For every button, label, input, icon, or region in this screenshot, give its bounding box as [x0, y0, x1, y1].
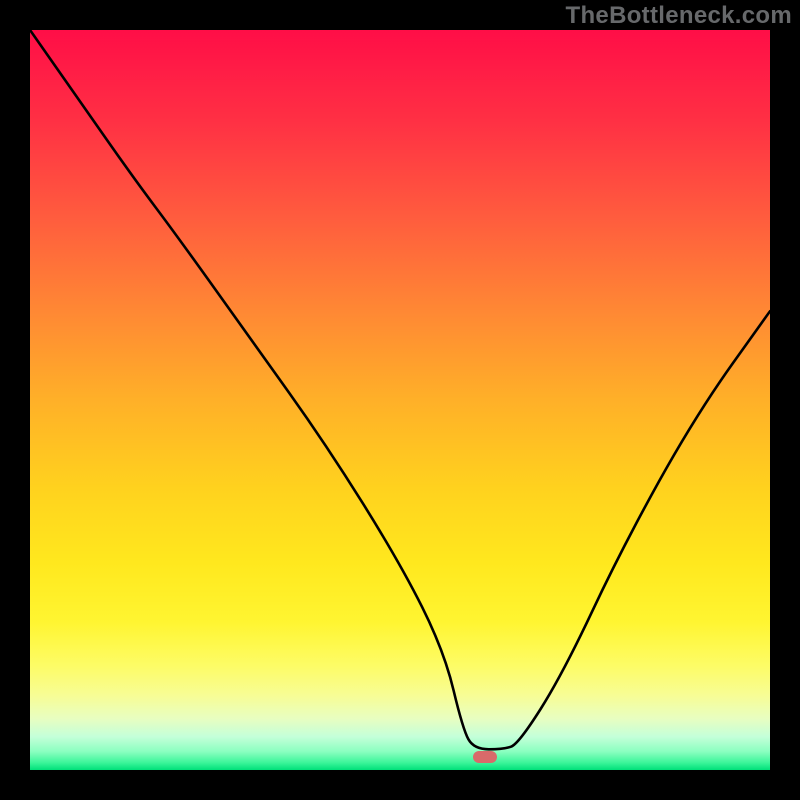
- plot-area: [30, 30, 770, 770]
- chart-frame: TheBottleneck.com: [0, 0, 800, 800]
- gradient-rect: [30, 30, 770, 770]
- optimum-marker: [473, 751, 497, 763]
- chart-svg: [30, 30, 770, 770]
- watermark-text: TheBottleneck.com: [566, 2, 792, 30]
